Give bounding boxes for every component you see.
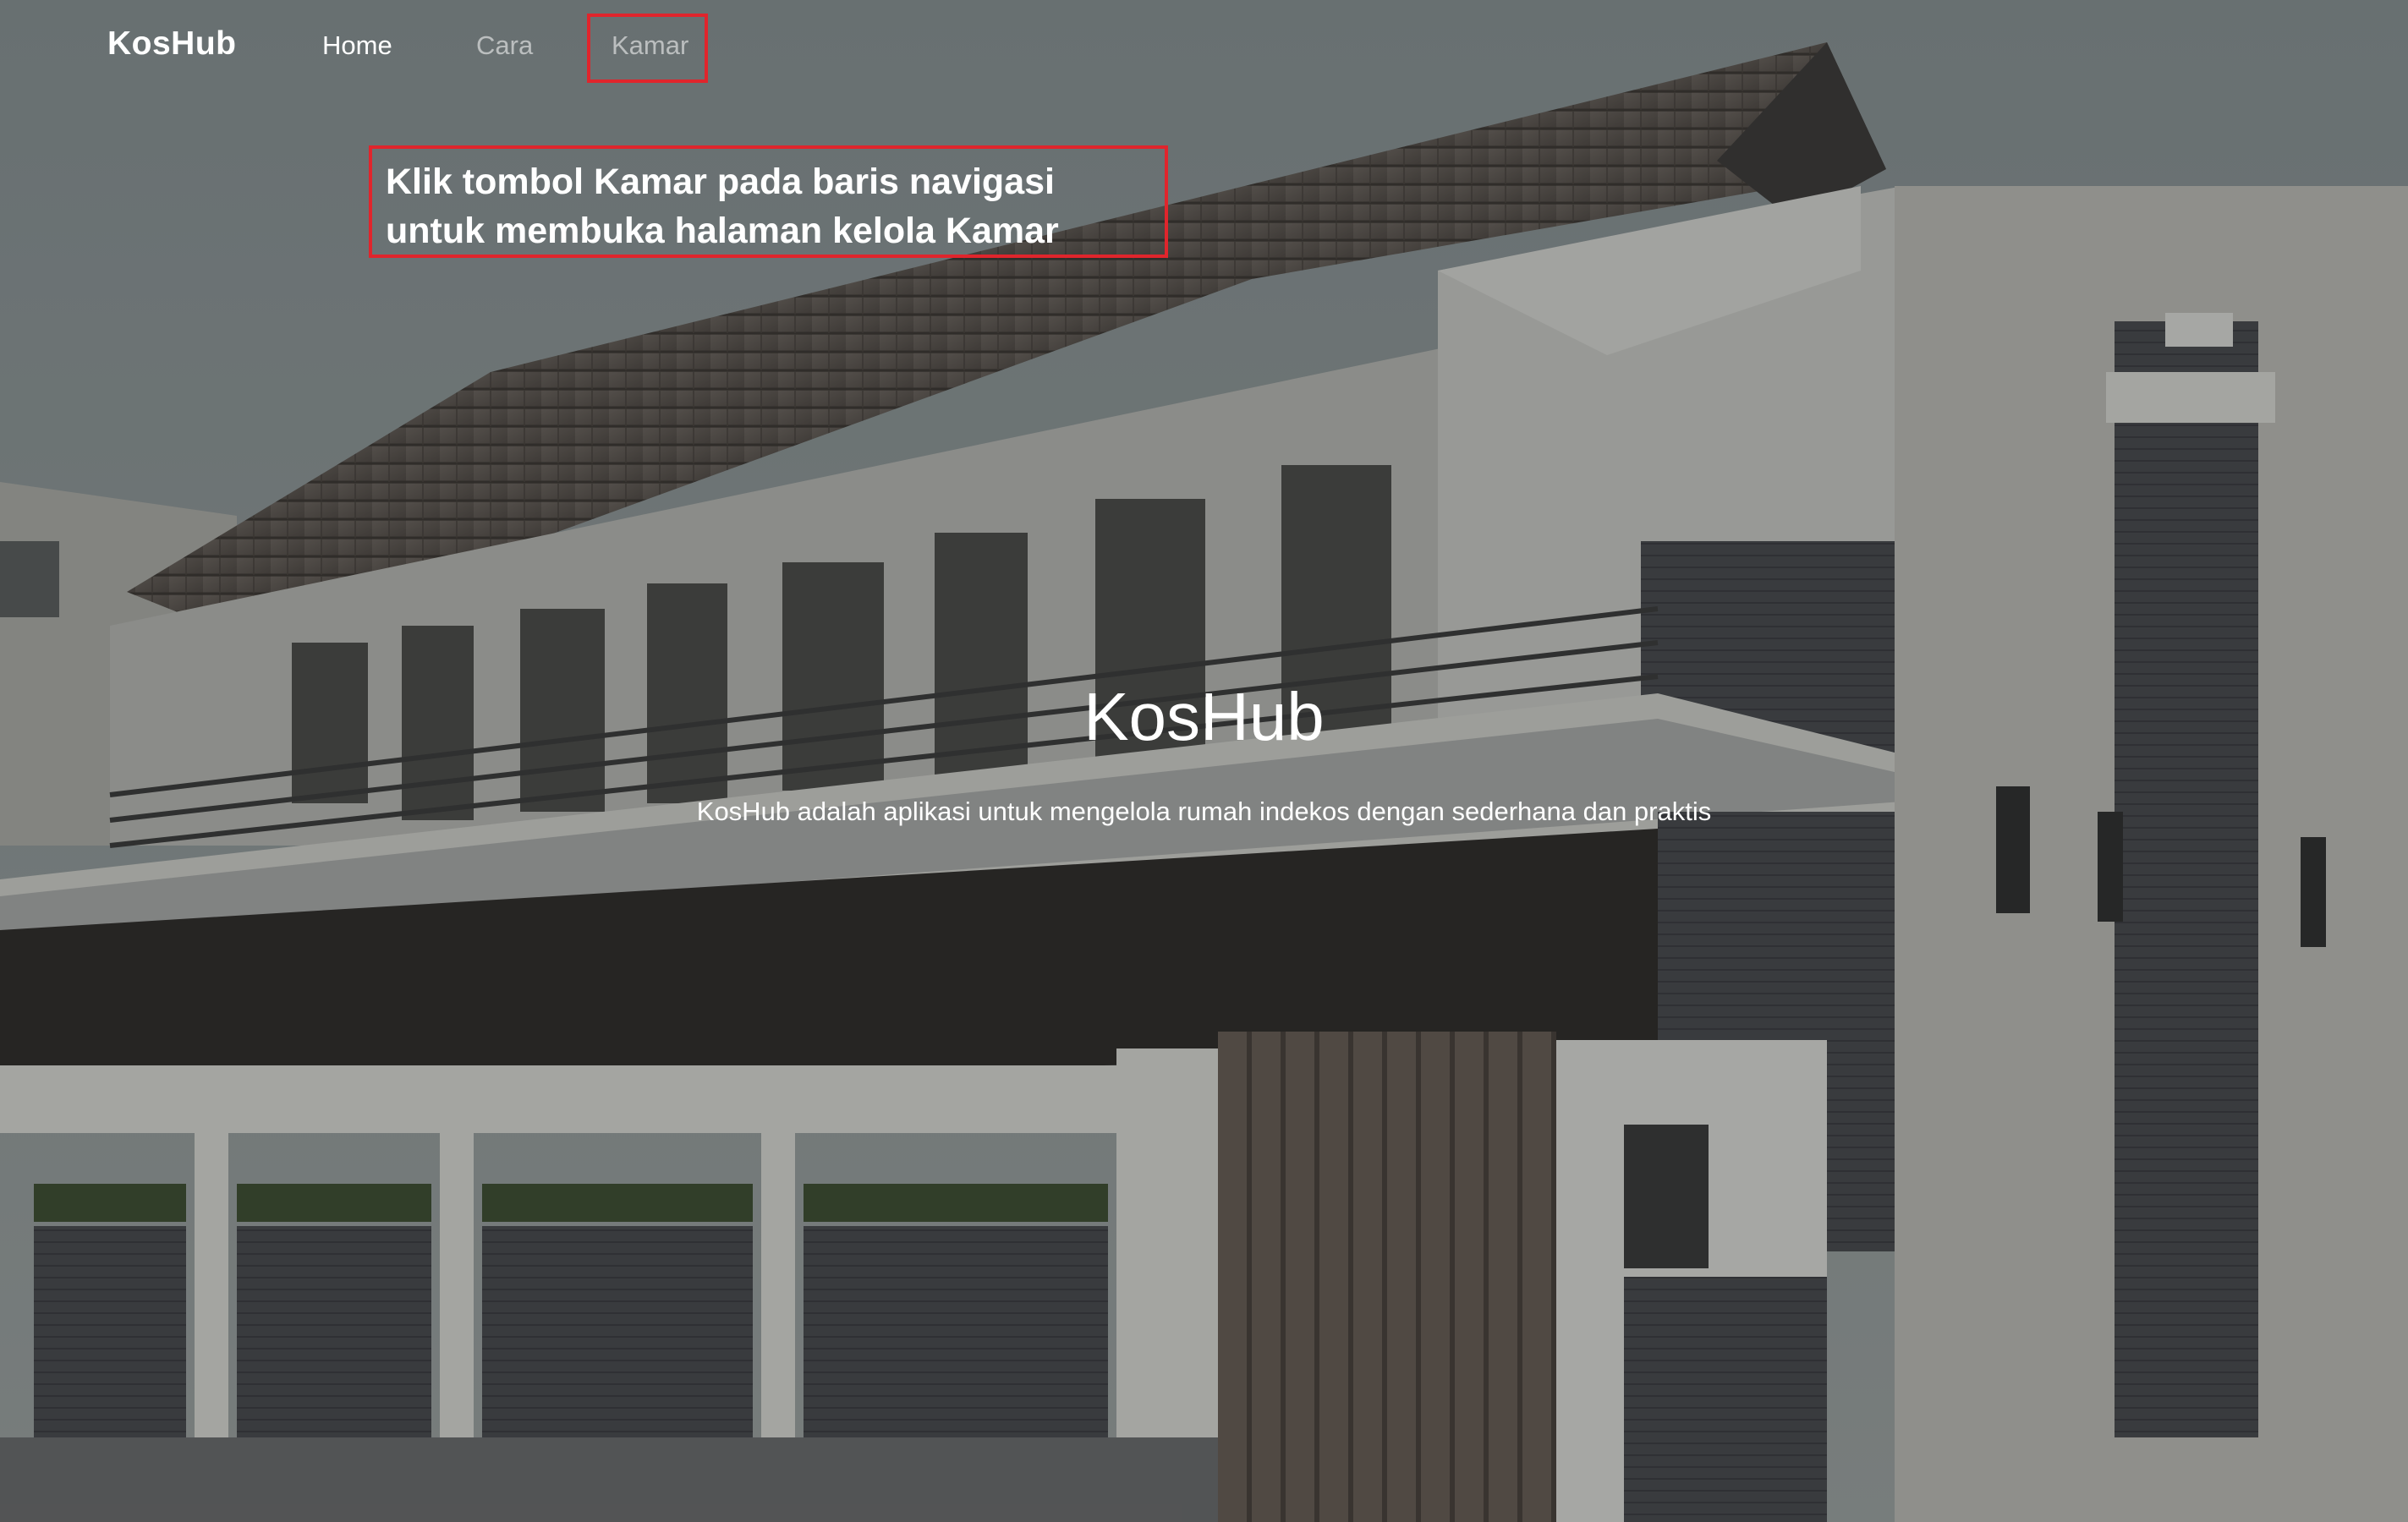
- hero-title: KosHub: [1083, 679, 1325, 754]
- hero-background-image: [0, 0, 2408, 1522]
- nav-cara[interactable]: Cara: [476, 30, 533, 61]
- top-navbar: KosHub Home Cara Kamar: [0, 0, 2408, 98]
- instruction-callout: Klik tombol Kamar pada baris navigasi un…: [369, 145, 1168, 258]
- hero-subtitle: KosHub adalah aplikasi untuk mengelola r…: [696, 797, 1712, 826]
- kamar-highlight-box: [587, 14, 708, 83]
- nav-home[interactable]: Home: [322, 30, 392, 61]
- landing-page: KosHub Home Cara Kamar Klik tombol Kamar…: [0, 0, 2408, 1522]
- brand-logo[interactable]: KosHub: [107, 25, 237, 63]
